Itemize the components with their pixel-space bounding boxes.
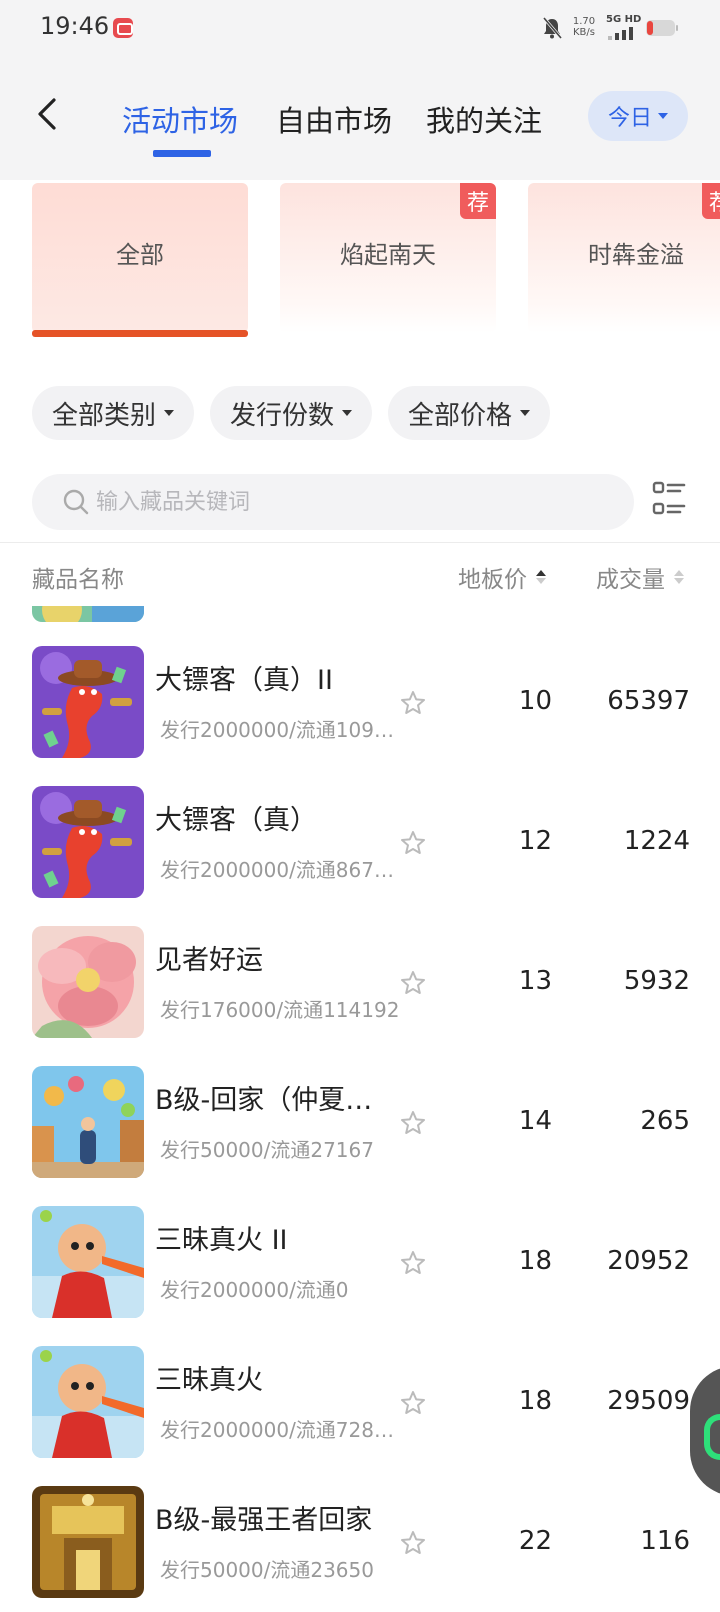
star-icon[interactable] [400, 1530, 426, 1556]
network-type-label: 5G HD [606, 14, 642, 25]
category-card-shiben[interactable]: 时犇金溢 荐 [528, 183, 720, 333]
tab-free-market[interactable]: 自由市场 [276, 98, 392, 140]
chevron-down-icon [342, 410, 352, 416]
filter-price[interactable]: 全部价格 [388, 386, 550, 440]
filter-label: 全部价格 [407, 400, 512, 431]
market-page: 19:46 1.70 KB/s 5G HD 活动市场 自由市场 我的关注 今日 … [0, 0, 720, 1612]
star-icon[interactable] [400, 1110, 426, 1136]
table-row[interactable]: B级-回家（仲夏… 发行50000/流通27167 14 265 [0, 1016, 720, 1178]
collectible-issue-info: 发行50000/流通23650 [160, 1558, 374, 1582]
recommend-badge: 荐 [702, 183, 720, 219]
trade-volume: 29509 [607, 1386, 690, 1416]
status-bar: 19:46 1.70 KB/s 5G HD [0, 0, 720, 56]
trade-volume: 65397 [607, 686, 690, 716]
collectible-thumbnail [32, 1486, 144, 1598]
status-time: 19:46 [40, 12, 110, 40]
trade-volume: 265 [640, 1106, 690, 1136]
filter-label: 全部类别 [51, 400, 156, 431]
trade-volume: 116 [640, 1526, 690, 1556]
category-card-all[interactable]: 全部 [32, 183, 248, 333]
trade-volume: 20952 [607, 1246, 690, 1276]
collectible-name: 见者好运 [155, 945, 263, 976]
filter-issue-count[interactable]: 发行份数 [210, 386, 372, 440]
trade-volume: 1224 [623, 826, 690, 856]
floor-price: 18 [518, 1246, 552, 1276]
column-header-volume[interactable]: 成交量 [596, 560, 685, 594]
star-icon[interactable] [400, 1390, 426, 1416]
collectible-name: B级-回家（仲夏… [155, 1085, 373, 1116]
floor-price: 22 [518, 1526, 552, 1556]
floor-price: 13 [518, 966, 552, 996]
network-speed: 1.70 KB/s [572, 16, 596, 38]
sort-icon [674, 570, 684, 584]
category-label: 全部 [116, 240, 164, 269]
trade-volume: 5932 [623, 966, 690, 996]
table-row[interactable]: 大镖客（真） 发行2000000/流通867… 12 1224 [0, 736, 720, 898]
sort-ascending-icon [536, 570, 546, 584]
recommend-badge: 荐 [460, 183, 496, 219]
collectible-name: 三昧真火 [155, 1365, 263, 1396]
search-input[interactable] [96, 474, 616, 530]
chevron-down-icon [164, 410, 174, 416]
filter-category[interactable]: 全部类别 [32, 386, 194, 440]
floor-price: 10 [518, 686, 552, 716]
app-notification-icon [113, 18, 133, 38]
tab-activity-market[interactable]: 活动市场 [122, 98, 238, 140]
table-row[interactable]: 三昧真火 II 发行2000000/流通0 18 20952 [0, 1156, 720, 1318]
floor-price: 18 [518, 1386, 552, 1416]
back-arrow-icon[interactable] [34, 96, 64, 132]
category-label: 时犇金溢 [588, 240, 684, 269]
star-icon[interactable] [400, 830, 426, 856]
table-row[interactable]: B级-最强王者回家发行50000/流通23650 22 116 [0, 1436, 720, 1598]
star-icon[interactable] [400, 970, 426, 996]
column-header-name: 藏品名称 [32, 567, 124, 593]
star-icon[interactable] [400, 690, 426, 716]
category-label: 焰起南天 [340, 240, 436, 269]
active-category-indicator [32, 330, 248, 337]
tab-my-follows[interactable]: 我的关注 [426, 98, 542, 140]
active-tab-indicator [153, 150, 211, 157]
battery-icon [646, 20, 678, 36]
category-card-yanqi[interactable]: 焰起南天 荐 [280, 183, 496, 333]
date-filter-label: 今日 [607, 106, 652, 131]
table-row[interactable]: 三昧真火 发行2000000/流通728… 18 29509 [0, 1296, 720, 1458]
collectible-name: 大镖客（真）II [155, 665, 333, 696]
collectible-list[interactable]: 大镖客（真）II 发行2000000/流通109… 10 65397 大镖客（真） 发行2… [0, 606, 720, 1612]
chevron-down-icon [520, 410, 530, 416]
date-filter-button[interactable]: 今日 [588, 91, 688, 141]
floor-price: 12 [518, 826, 552, 856]
floor-price: 14 [518, 1106, 552, 1136]
table-row[interactable]: 见者好运 发行176000/流通114192 13 5932 [0, 876, 720, 1038]
list-view-icon[interactable] [652, 480, 686, 518]
star-icon[interactable] [400, 1250, 426, 1276]
collectible-name: B级-最强王者回家 [155, 1505, 373, 1536]
table-row[interactable]: 大镖客（真）II 发行2000000/流通109… 10 65397 [0, 606, 720, 758]
signal-icon [608, 27, 633, 40]
search-icon [63, 489, 89, 515]
filter-label: 发行份数 [229, 400, 334, 431]
top-nav: 活动市场 自由市场 我的关注 今日 [0, 56, 720, 180]
divider [0, 542, 720, 543]
collectible-name: 三昧真火 II [155, 1225, 288, 1256]
chevron-down-icon [658, 113, 668, 119]
mute-bell-icon [542, 17, 562, 39]
column-header-floor-price[interactable]: 地板价 [458, 560, 547, 594]
collectible-name: 大镖客（真） [155, 805, 317, 836]
search-bar[interactable] [32, 474, 634, 530]
